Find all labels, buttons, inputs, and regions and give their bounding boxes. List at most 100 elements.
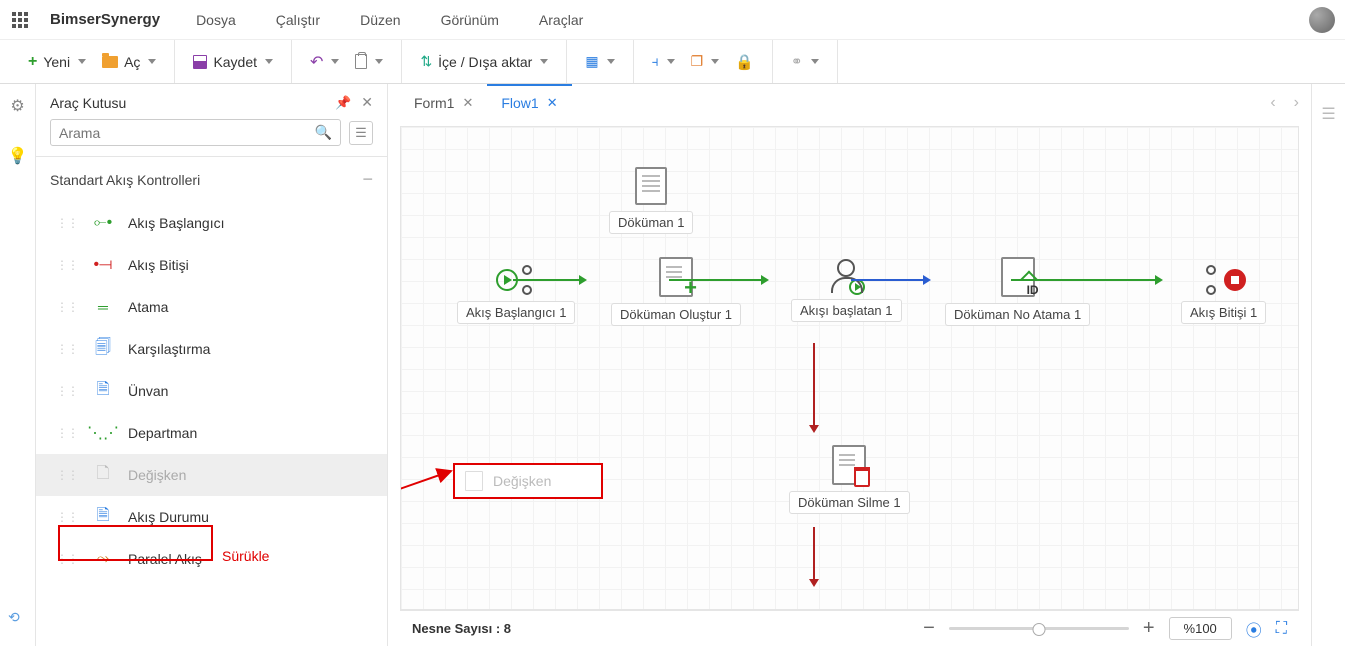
close-icon[interactable]: ✕ <box>361 94 373 111</box>
collapse-icon[interactable]: − <box>362 169 373 190</box>
toolbox-item[interactable]: ⋮⋮ ⤳ Paralel Akış <box>36 538 387 580</box>
avatar[interactable] <box>1309 7 1335 33</box>
brand: BimserSynergy <box>50 11 160 28</box>
item-label: Karşılaştırma <box>128 341 210 357</box>
toolbox-item[interactable]: ⋮⋮🗐Karşılaştırma <box>36 328 387 370</box>
zoom-out-button[interactable]: − <box>923 617 935 640</box>
toolbox-item[interactable]: ⋮⋮🗎Ünvan <box>36 370 387 412</box>
item-icon: ⤳ <box>92 548 114 570</box>
chevron-down-icon <box>711 59 719 64</box>
prev-tab-icon[interactable]: ‹ <box>1270 94 1275 112</box>
chevron-down-icon <box>375 59 383 64</box>
view-toggle-button[interactable]: ☰ <box>349 121 373 145</box>
item-label: Departman <box>128 425 197 441</box>
menu-view[interactable]: Görünüm <box>441 12 499 28</box>
grip-icon: ⋮⋮ <box>56 216 78 230</box>
save-button[interactable]: Kaydet <box>185 50 281 74</box>
toolbox-item[interactable]: ⋮⋮🗎Akış Durumu <box>36 496 387 538</box>
clipboard-button[interactable] <box>347 50 391 73</box>
flow-end-icon <box>1202 265 1246 295</box>
folder-icon <box>102 56 118 68</box>
item-icon: 🗎 <box>92 506 114 528</box>
item-label: Akış Durumu <box>128 509 209 525</box>
lock-button[interactable]: 🔒 <box>727 49 762 75</box>
import-export-icon: ⇅ <box>420 53 432 70</box>
import-export-button[interactable]: ⇅İçe / Dışa aktar <box>412 49 556 74</box>
align-button[interactable]: ⫞ <box>644 49 683 74</box>
open-button[interactable]: Aç <box>94 50 164 74</box>
idea-tab-icon[interactable]: 💡 <box>8 146 28 166</box>
toolbox-item[interactable]: ⋮⋮═Atama <box>36 286 387 328</box>
grip-icon: ⋮⋮ <box>56 342 78 356</box>
toolbox-item[interactable]: ⋮⋮🗋Değişken <box>36 454 387 496</box>
zoom-slider[interactable] <box>949 627 1129 630</box>
item-label: Atama <box>128 299 168 315</box>
zoom-fit-icon[interactable]: ⦿ <box>1246 617 1262 641</box>
main: ⚙ 💡 Araç Kutusu 📌 ✕ 🔍 ☰ Standart Akış Ko… <box>0 84 1345 646</box>
workflow-icon[interactable]: ⟲ <box>8 609 20 626</box>
apps-icon[interactable] <box>10 10 30 30</box>
node-start[interactable]: Akış Başlangıcı 1 <box>457 265 575 324</box>
grip-icon: ⋮⋮ <box>56 258 78 272</box>
menu-file[interactable]: Dosya <box>196 12 236 28</box>
toolbox-item[interactable]: ⋮⋮•⟞Akış Bitişi <box>36 244 387 286</box>
search-icon[interactable]: 🔍 <box>315 124 332 141</box>
grip-icon: ⋮⋮ <box>56 468 78 482</box>
flow-arrow <box>851 279 929 281</box>
undo-button[interactable]: ↶ <box>302 48 347 76</box>
canvas-area: Form1✕ Flow1✕ ‹ › Döküman 1 Akış Başlang… <box>388 84 1311 646</box>
close-tab-icon[interactable]: ✕ <box>547 95 558 111</box>
hierarchy-button[interactable]: ⚭ <box>783 49 827 74</box>
align-icon: ⫞ <box>652 53 659 70</box>
flow-canvas[interactable]: Döküman 1 Akış Başlangıcı 1 Döküman Oluş… <box>400 126 1299 610</box>
grid-button[interactable]: ▦ <box>577 49 622 74</box>
search-box[interactable]: 🔍 <box>50 119 341 146</box>
chevron-down-icon <box>667 59 675 64</box>
save-icon <box>193 55 207 69</box>
left-rail: ⚙ 💡 <box>0 84 36 646</box>
hierarchy-icon: ⚭ <box>791 53 803 70</box>
node-document[interactable]: Döküman 1 <box>609 167 693 234</box>
annotation-label: Sürükle <box>222 548 269 564</box>
next-tab-icon[interactable]: › <box>1294 94 1299 112</box>
node-doc-id[interactable]: Döküman No Atama 1 <box>945 257 1090 326</box>
node-label: Akış Başlangıcı 1 <box>457 301 575 324</box>
pin-icon[interactable]: 📌 <box>335 95 351 111</box>
item-icon: 🗋 <box>92 464 114 486</box>
toolbox-tab-icon[interactable]: ⚙ <box>10 96 24 116</box>
grip-icon: ⋮⋮ <box>56 552 78 566</box>
chevron-down-icon <box>78 59 86 64</box>
node-label: Döküman Silme 1 <box>789 491 910 514</box>
flow-arrow <box>813 343 815 431</box>
tab-form1[interactable]: Form1✕ <box>400 84 487 122</box>
item-label: Paralel Akış <box>128 551 202 567</box>
node-user-start[interactable]: Akışı başlatan 1 <box>791 259 902 322</box>
chevron-down-icon <box>811 59 819 64</box>
chevron-down-icon <box>540 59 548 64</box>
document-create-icon <box>659 257 693 297</box>
properties-tab-icon[interactable]: ☰ <box>1321 104 1335 124</box>
fullscreen-icon[interactable]: ⛶ <box>1276 620 1287 638</box>
item-icon: ═ <box>92 296 114 318</box>
header-bar: BimserSynergy Dosya Çalıştır Düzen Görün… <box>0 0 1345 40</box>
close-tab-icon[interactable]: ✕ <box>462 95 473 111</box>
flow-arrow <box>813 527 815 585</box>
menu-tools[interactable]: Araçlar <box>539 12 583 28</box>
toolbox-item[interactable]: ⋮⋮⟜•Akış Başlangıcı <box>36 202 387 244</box>
new-button[interactable]: +Yeni <box>20 49 94 75</box>
search-input[interactable] <box>59 125 315 141</box>
layers-button[interactable]: ❐ <box>683 49 728 74</box>
menu-edit[interactable]: Düzen <box>360 12 400 28</box>
user-icon <box>831 259 861 293</box>
menu-run[interactable]: Çalıştır <box>276 12 320 28</box>
grip-icon: ⋮⋮ <box>56 384 78 398</box>
node-doc-delete[interactable]: Döküman Silme 1 <box>789 445 910 514</box>
object-count: Nesne Sayısı : 8 <box>412 621 511 636</box>
toolbox-list: ⋮⋮⟜•Akış Başlangıcı⋮⋮•⟞Akış Bitişi⋮⋮═Ata… <box>36 202 387 646</box>
node-end[interactable]: Akış Bitişi 1 <box>1181 265 1266 324</box>
category-header[interactable]: Standart Akış Kontrolleri − <box>36 157 387 202</box>
tab-flow1[interactable]: Flow1✕ <box>487 84 571 122</box>
toolbox-item[interactable]: ⋮⋮⋱⋰Departman <box>36 412 387 454</box>
zoom-in-button[interactable]: + <box>1143 617 1155 640</box>
node-doc-create[interactable]: Döküman Oluştur 1 <box>611 257 741 326</box>
